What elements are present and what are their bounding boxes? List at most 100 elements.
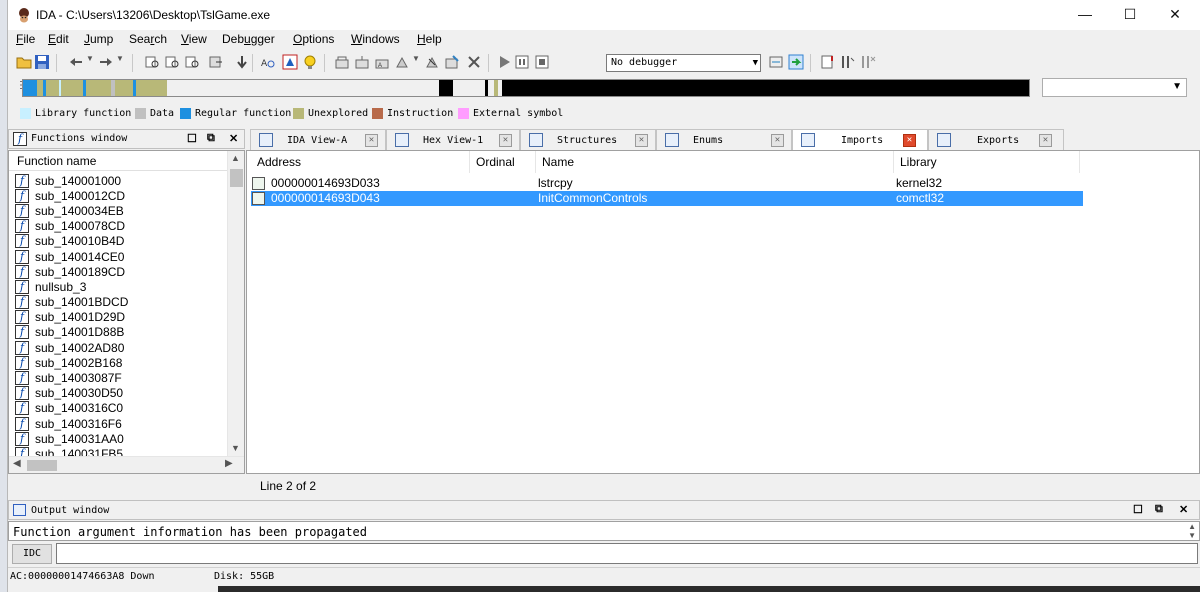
breakpoint-list-icon[interactable] [768, 54, 784, 70]
function-row[interactable]: f sub_140031AA0 [9, 431, 229, 446]
function-row[interactable]: f sub_14001D29D [9, 310, 229, 325]
function-row[interactable]: f sub_1400012CD [9, 188, 229, 203]
tab-close-icon[interactable]: ✕ [1039, 134, 1052, 147]
pause-icon[interactable] [514, 54, 530, 70]
menu-view[interactable]: View [181, 32, 207, 46]
menu-help[interactable]: Help [417, 32, 442, 46]
command-input[interactable] [56, 543, 1198, 564]
function-row[interactable]: f sub_140014CE0 [9, 249, 229, 264]
scroll-up-icon[interactable]: ▲ [231, 153, 240, 163]
menu-windows[interactable]: Windows [351, 32, 400, 46]
search-next-icon[interactable] [208, 54, 224, 70]
menu-search[interactable]: Search [129, 32, 167, 46]
minimize-button[interactable]: — [1062, 0, 1108, 30]
close-pane-icon[interactable]: ✕ [1179, 503, 1188, 516]
delete-x-icon[interactable] [466, 54, 482, 70]
tab-enums[interactable]: Enums ✕ [656, 129, 792, 150]
text-search-icon[interactable]: A [260, 54, 276, 70]
tab-close-icon[interactable]: ✕ [903, 134, 916, 147]
make-data-icon[interactable] [354, 54, 370, 70]
search-binary-icon[interactable] [164, 54, 180, 70]
make-array-icon[interactable] [394, 54, 410, 70]
debugger-select[interactable]: No debugger ▼ [606, 54, 761, 72]
switch-debugger-icon[interactable] [788, 54, 804, 70]
stop-icon[interactable] [534, 54, 550, 70]
tab-exports[interactable]: Exports ✕ [928, 129, 1064, 150]
function-row[interactable]: f sub_14003087F [9, 370, 229, 386]
idc-language-button[interactable]: IDC [12, 544, 52, 564]
function-row[interactable]: f sub_1400078CD [9, 219, 229, 234]
chevron-down-icon: ▼ [1172, 81, 1182, 92]
search-text-icon[interactable] [144, 54, 160, 70]
maximize-button[interactable]: ☐ [1107, 0, 1153, 30]
menu-options[interactable]: Options [293, 32, 334, 46]
function-row[interactable]: f sub_1400189CD [9, 264, 229, 279]
toolbar-separator [324, 54, 325, 72]
restore-pane-icon[interactable]: ☐ [1133, 503, 1143, 516]
scroll-thumb[interactable] [230, 169, 243, 187]
nav-band-combo[interactable]: ▼ [1042, 78, 1187, 97]
functions-horizontal-scrollbar[interactable]: ◀ ▶ [9, 456, 244, 473]
column-header-name[interactable]: Name [536, 151, 894, 173]
scroll-down-icon[interactable]: ▼ [231, 443, 240, 453]
function-name-column-header[interactable]: Function name [9, 151, 229, 171]
menu-edit[interactable]: Edit [48, 32, 69, 46]
function-row[interactable]: f sub_14002AD80 [9, 340, 229, 355]
function-row[interactable]: f sub_1400034EB [9, 203, 229, 218]
close-pane-icon[interactable]: ✕ [229, 132, 238, 145]
float-pane-icon[interactable]: ⧉ [207, 132, 215, 145]
function-row[interactable]: f sub_14002B168 [9, 355, 229, 370]
tab-hex-view-1[interactable]: Hex View-1 ✕ [386, 129, 520, 150]
restore-pane-icon[interactable]: ☐ [187, 132, 197, 145]
forward-history-dropdown-icon[interactable]: ▼ [116, 54, 132, 70]
tab-close-icon[interactable]: ✕ [499, 134, 512, 147]
trace-icon[interactable] [840, 54, 856, 70]
tab-close-icon[interactable]: ✕ [635, 134, 648, 147]
function-row[interactable]: f sub_1400316C0 [9, 401, 229, 416]
jump-down-icon[interactable] [234, 54, 250, 70]
undefine-icon[interactable] [424, 54, 440, 70]
graph-view-icon[interactable] [282, 54, 298, 70]
rename-icon[interactable] [444, 54, 460, 70]
tab-imports[interactable]: Imports ✕ [792, 129, 928, 151]
float-pane-icon[interactable]: ⧉ [1155, 503, 1163, 516]
menu-file[interactable]: File [16, 32, 35, 46]
search-immediate-icon[interactable] [184, 54, 200, 70]
column-header-ordinal[interactable]: Ordinal [470, 151, 536, 173]
start-debug-icon[interactable] [496, 54, 512, 70]
add-breakpoint-icon[interactable] [820, 54, 836, 70]
column-header-address[interactable]: Address [251, 151, 470, 173]
function-row[interactable]: f sub_140030D50 [9, 386, 229, 401]
function-row[interactable]: f sub_140001000 [9, 173, 229, 188]
make-code-icon[interactable] [334, 54, 350, 70]
output-scroll-icon[interactable]: ▲ ▼ [1188, 522, 1196, 540]
scroll-left-icon[interactable]: ◀ [13, 458, 21, 469]
open-folder-icon[interactable] [16, 54, 32, 70]
import-row-selected[interactable]: 000000014693D043 InitCommonControls comc… [251, 191, 1083, 206]
function-row[interactable]: f nullsub_3 [9, 279, 229, 294]
close-button[interactable]: ✕ [1152, 0, 1198, 30]
function-row[interactable]: f sub_14001BDCD [9, 295, 229, 310]
make-string-icon[interactable]: A [374, 54, 390, 70]
scroll-right-icon[interactable]: ▶ [225, 458, 233, 469]
output-window: Function argument information has been p… [8, 521, 1200, 541]
bulb-icon[interactable] [302, 54, 318, 70]
column-header-library[interactable]: Library [894, 151, 1080, 173]
back-arrow-icon[interactable] [68, 54, 84, 70]
function-row[interactable]: f sub_140010B4D [9, 234, 229, 249]
tab-structures[interactable]: Structures ✕ [520, 129, 656, 150]
functions-vertical-scrollbar[interactable]: ▲ ▼ [227, 151, 244, 457]
function-row[interactable]: f sub_14001D88B [9, 325, 229, 340]
import-row[interactable]: 000000014693D033 lstrcpy kernel32 [251, 176, 1083, 191]
tab-ida-view-a[interactable]: IDA View-A ✕ [250, 129, 386, 150]
tab-close-icon[interactable]: ✕ [365, 134, 378, 147]
menu-debugger[interactable]: Debugger [222, 32, 275, 46]
scroll-thumb[interactable] [27, 460, 57, 471]
navigation-band[interactable] [22, 79, 1030, 97]
save-icon[interactable] [34, 54, 50, 70]
menu-jump[interactable]: Jump [84, 32, 113, 46]
tab-close-icon[interactable]: ✕ [771, 134, 784, 147]
clear-trace-icon[interactable] [860, 54, 876, 70]
forward-arrow-icon[interactable] [98, 54, 114, 70]
function-row[interactable]: f sub_1400316F6 [9, 416, 229, 431]
